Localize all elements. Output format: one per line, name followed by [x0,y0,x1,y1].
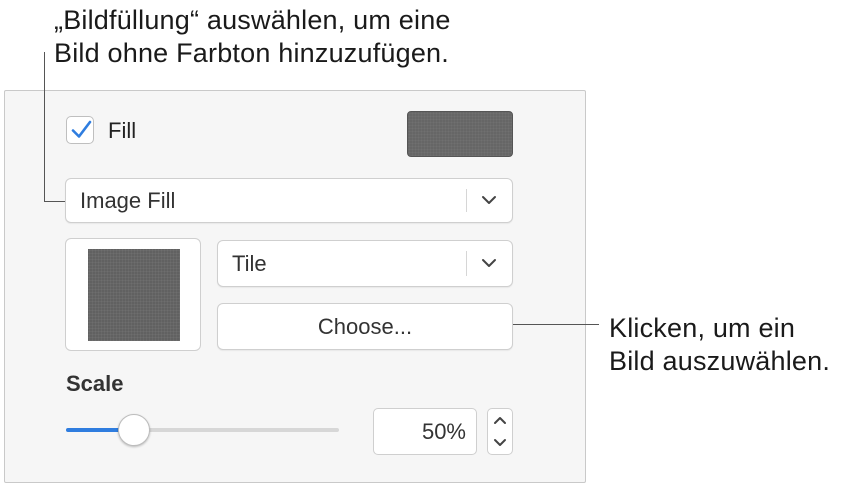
choose-image-button[interactable]: Choose... [217,303,513,350]
chevron-up-icon[interactable] [488,409,512,431]
callout-right-line-2: Bild auszuwählen. [609,346,831,376]
image-scale-mode-popup[interactable]: Tile [217,240,513,287]
callout-right: Klicken, um ein Bild auszuwählen. [609,312,830,378]
chevron-down-icon [482,196,496,204]
fill-type-value: Image Fill [80,188,176,213]
popup-divider [466,189,467,212]
scale-slider-knob[interactable] [118,414,151,446]
fill-label: Fill [108,118,137,143]
callout-top-line-1: „Bildfüllung“ auswählen, um eine [54,5,451,35]
callout-top-line-2: Bild ohne Farbton hinzuzufügen. [54,38,449,68]
image-preview [88,249,180,341]
fill-color-swatch[interactable] [407,111,513,157]
scale-slider-track[interactable] [134,428,339,432]
scale-stepper[interactable] [487,408,513,455]
callout-right-line-1: Klicken, um ein [609,313,796,343]
image-scale-mode-value: Tile [232,251,267,276]
callout-top-leader-vertical [44,52,45,202]
fill-type-popup[interactable]: Image Fill [65,178,513,223]
callout-top-leader-horizontal [44,201,65,202]
scale-label: Scale [66,371,124,396]
chevron-down-icon[interactable] [488,432,512,454]
chevron-down-icon [482,259,496,267]
checkmark-icon [71,120,92,138]
fill-checkbox[interactable] [66,116,94,144]
callout-right-leader [513,324,599,325]
popup-divider [466,251,467,276]
callout-top: „Bildfüllung“ auswählen, um eine Bild oh… [54,4,451,70]
scale-value-field[interactable]: 50% [373,408,477,455]
